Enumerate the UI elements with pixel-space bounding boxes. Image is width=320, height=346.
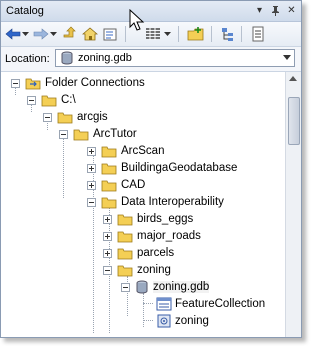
- catalog-tree: Folder Connections C:\ arcgis ArcTutor A…: [1, 72, 287, 337]
- folder-icon: [41, 93, 57, 107]
- location-value: zoning.gdb: [78, 52, 132, 64]
- table-icon: [156, 314, 172, 328]
- collapse-icon[interactable]: [103, 266, 112, 275]
- tree-item-buildingageodatabase[interactable]: BuildingaGeodatabase: [1, 160, 287, 177]
- location-bar: Location: zoning.gdb: [1, 47, 301, 72]
- folder-icon: [117, 263, 133, 277]
- back-dropdown-icon[interactable]: [21, 25, 29, 43]
- location-dropdown-icon[interactable]: [283, 55, 291, 60]
- folder-icon: [101, 161, 117, 175]
- folder-connections-icon: [25, 76, 41, 90]
- collapse-icon[interactable]: [59, 130, 68, 139]
- tree-item-label: zoning: [137, 264, 171, 276]
- tree-item-label: Data Interoperability: [121, 196, 224, 208]
- expand-icon[interactable]: [103, 232, 112, 241]
- expand-icon[interactable]: [87, 181, 96, 190]
- folder-icon: [57, 110, 73, 124]
- tree-item-major-roads[interactable]: major_roads: [1, 228, 287, 245]
- connect-folder-icon[interactable]: [187, 25, 205, 43]
- folder-icon: [101, 195, 117, 209]
- tree-item-label: zoning: [175, 315, 209, 327]
- tree-item-featurecollection[interactable]: FeatureCollection: [1, 296, 287, 313]
- feature-class-icon: [156, 297, 172, 311]
- tree-item-label: major_roads: [137, 230, 201, 242]
- mouse-cursor-icon: [129, 9, 145, 31]
- tree-item-label: zoning.gdb: [153, 281, 210, 293]
- tree-item-label: BuildingaGeodatabase: [121, 162, 238, 174]
- tree-item-label: parcels: [137, 247, 175, 259]
- collapse-icon[interactable]: [87, 198, 96, 207]
- geodatabase-icon: [60, 51, 74, 68]
- window-title: Catalog: [6, 5, 44, 17]
- tree-item-label: FeatureCollection: [175, 298, 266, 310]
- tree-item-cad[interactable]: CAD: [1, 177, 287, 194]
- geodatabase-icon: [135, 280, 151, 294]
- tree-item-label: birds_eggs: [137, 213, 194, 225]
- pin-icon[interactable]: [269, 4, 282, 17]
- up-one-level-icon[interactable]: [61, 25, 79, 43]
- folder-icon: [101, 178, 117, 192]
- folder-icon: [101, 144, 117, 158]
- tree-item-arcgis[interactable]: arcgis: [1, 109, 287, 126]
- forward-arrow-icon[interactable]: [32, 25, 50, 43]
- tree-item-c-drive[interactable]: C:\: [1, 92, 287, 109]
- folder-icon: [117, 229, 133, 243]
- tree-item-label: Folder Connections: [45, 77, 145, 89]
- scroll-up-icon[interactable]: [289, 76, 297, 81]
- location-label: Location:: [5, 53, 50, 65]
- tree-item-label: arcgis: [77, 111, 108, 123]
- tree-options-icon[interactable]: [219, 25, 237, 43]
- location-input[interactable]: zoning.gdb: [55, 49, 295, 67]
- collapse-icon[interactable]: [43, 113, 52, 122]
- expand-icon[interactable]: [103, 215, 112, 224]
- toolbar-separator: [178, 26, 179, 42]
- tree-item-folder-connections[interactable]: Folder Connections: [1, 75, 287, 92]
- toggle-contents-icon[interactable]: [101, 25, 119, 43]
- vertical-scrollbar[interactable]: [285, 72, 301, 337]
- tree-item-data-interoperability[interactable]: Data Interoperability: [1, 194, 287, 211]
- folder-icon: [73, 127, 89, 141]
- tree-item-parcels[interactable]: parcels: [1, 245, 287, 262]
- tree-item-zoning-table[interactable]: zoning: [1, 313, 287, 330]
- tree-item-zoning-folder[interactable]: zoning: [1, 262, 287, 279]
- tree-item-arctutor[interactable]: ArcTutor: [1, 126, 287, 143]
- catalog-window: Catalog ▾ ✕ Location: zoning.gdb Folder …: [0, 0, 302, 338]
- tree-item-zoning-gdb[interactable]: zoning.gdb: [1, 279, 287, 296]
- properties-icon[interactable]: [249, 25, 267, 43]
- expand-icon[interactable]: [87, 164, 96, 173]
- expand-icon[interactable]: [87, 147, 96, 156]
- back-arrow-icon[interactable]: [4, 25, 22, 43]
- toolbar-separator: [241, 26, 242, 42]
- tree-item-arcscan[interactable]: ArcScan: [1, 143, 287, 160]
- home-icon[interactable]: [81, 25, 99, 43]
- folder-icon: [117, 246, 133, 260]
- expand-icon[interactable]: [103, 249, 112, 258]
- tree-item-label: ArcScan: [121, 145, 165, 157]
- title-bar[interactable]: Catalog ▾ ✕: [1, 1, 301, 22]
- collapse-icon[interactable]: [11, 79, 20, 88]
- toolbar-separator: [211, 26, 212, 42]
- collapse-icon[interactable]: [27, 96, 36, 105]
- scrollbar-thumb[interactable]: [288, 97, 300, 145]
- view-options-icon[interactable]: [144, 25, 162, 43]
- forward-dropdown-icon[interactable]: [49, 25, 57, 43]
- tree-item-label: C:\: [61, 94, 76, 106]
- view-dropdown-icon[interactable]: [163, 25, 171, 43]
- close-icon[interactable]: ✕: [285, 4, 298, 17]
- toolbar: [1, 22, 301, 47]
- window-menu-icon[interactable]: ▾: [253, 4, 266, 17]
- tree-item-label: CAD: [121, 179, 146, 191]
- tree-item-label: ArcTutor: [93, 128, 137, 140]
- collapse-icon[interactable]: [121, 283, 130, 292]
- tree-item-birds-eggs[interactable]: birds_eggs: [1, 211, 287, 228]
- folder-icon: [117, 212, 133, 226]
- toolbar-separator: [125, 26, 126, 42]
